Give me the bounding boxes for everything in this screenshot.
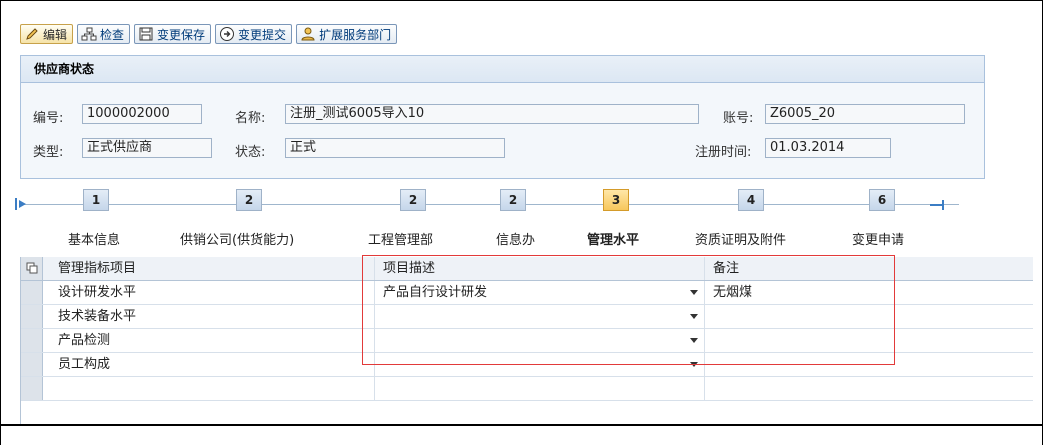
window-bottom-border <box>0 424 1043 426</box>
name-field[interactable]: 注册_测试6005导入10 <box>285 104 699 124</box>
status-label: 状态: <box>235 145 266 160</box>
step-label-engineering[interactable]: 工程管理部 <box>368 229 433 248</box>
step-count-qualification[interactable]: 4 <box>738 189 764 211</box>
row-selector[interactable] <box>21 281 43 304</box>
column-header-item[interactable]: 管理指标项目 <box>43 257 375 280</box>
row-selector[interactable] <box>21 329 43 352</box>
step-label-supply-company[interactable]: 供销公司(供货能力) <box>180 229 294 248</box>
row-selector[interactable] <box>21 353 43 376</box>
save-change-label: 变更保存 <box>157 27 206 42</box>
step-count-change-request[interactable]: 6 <box>869 189 895 211</box>
submit-change-button[interactable]: 变更提交 <box>215 24 293 44</box>
desc-dropdown[interactable] <box>375 377 705 400</box>
account-field[interactable]: Z6005_20 <box>765 104 965 124</box>
item-cell: 技术装备水平 <box>43 305 375 328</box>
name-label: 名称: <box>235 111 266 126</box>
extend-dept-button[interactable]: 扩展服务部门 <box>296 24 398 44</box>
submit-arrow-icon <box>219 26 235 42</box>
table-settings-icon <box>26 262 38 274</box>
department-icon <box>300 26 316 42</box>
edit-label: 编辑 <box>43 27 68 42</box>
step-count-basic-info[interactable]: 1 <box>83 189 109 211</box>
select-all-cell[interactable] <box>21 257 43 280</box>
type-label: 类型: <box>33 145 64 160</box>
step-label-change-request[interactable]: 变更申请 <box>852 229 904 248</box>
save-change-button[interactable]: 变更保存 <box>134 24 212 44</box>
supplier-status-panel: 供应商状态 编号: 1000002000 名称: 注册_测试6005导入10 账… <box>20 55 985 179</box>
account-label: 账号: <box>723 111 754 126</box>
step-label-info-office[interactable]: 信息办 <box>496 229 535 248</box>
step-count-engineering[interactable]: 2 <box>400 189 426 211</box>
table-row <box>21 377 1033 401</box>
panel-title: 供应商状态 <box>21 56 984 83</box>
edit-button[interactable]: 编辑 <box>20 24 74 44</box>
number-label: 编号: <box>33 111 64 126</box>
step-label-basic-info[interactable]: 基本信息 <box>68 229 120 248</box>
type-field[interactable]: 正式供应商 <box>82 138 212 158</box>
reg-time-label: 注册时间: <box>695 145 752 160</box>
check-label: 检查 <box>100 27 125 42</box>
roadmap-line <box>24 204 959 205</box>
extend-dept-label: 扩展服务部门 <box>319 27 392 42</box>
row-selector[interactable] <box>21 305 43 328</box>
step-count-supply-company[interactable]: 2 <box>236 189 262 211</box>
step-count-info-office[interactable]: 2 <box>500 189 526 211</box>
row-selector[interactable] <box>21 377 43 400</box>
note-input[interactable] <box>705 377 1033 400</box>
step-label-management-level[interactable]: 管理水平 <box>587 229 639 248</box>
number-field[interactable]: 1000002000 <box>82 104 202 124</box>
item-cell: 设计研发水平 <box>43 281 375 304</box>
item-cell: 员工构成 <box>43 353 375 376</box>
item-cell <box>43 377 375 400</box>
roadmap-start-icon <box>15 198 26 210</box>
status-field[interactable]: 正式 <box>285 138 505 158</box>
step-count-management-level[interactable]: 3 <box>603 189 629 211</box>
roadmap-end-icon <box>930 200 944 210</box>
save-icon <box>138 26 154 42</box>
step-label-qualification[interactable]: 资质证明及附件 <box>695 229 786 248</box>
check-button[interactable]: 检查 <box>77 24 131 44</box>
pencil-icon <box>24 26 40 42</box>
item-cell: 产品检测 <box>43 329 375 352</box>
hierarchy-check-icon <box>81 26 97 42</box>
toolbar: 编辑 检查 变更保存 变更提交 扩展服务部门 <box>20 24 398 46</box>
submit-change-label: 变更提交 <box>238 27 287 42</box>
reg-time-field[interactable]: 01.03.2014 <box>765 138 891 158</box>
highlight-annotation-box <box>362 255 895 365</box>
